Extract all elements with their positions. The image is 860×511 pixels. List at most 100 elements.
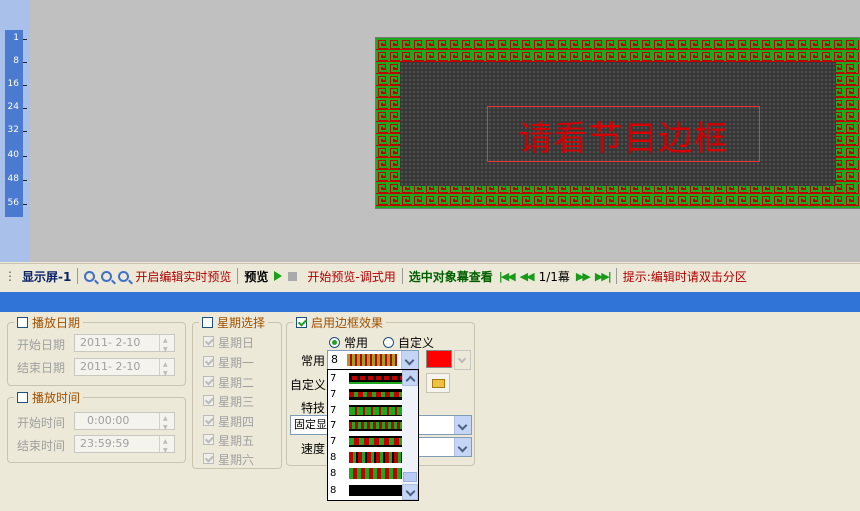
weekday-tuesday[interactable]: 星期二 (203, 374, 254, 391)
start-preview-button[interactable]: 开始预览-调式用 (307, 268, 395, 285)
ruler-tick: 24 (0, 102, 30, 112)
border-color-dropdown[interactable] (454, 350, 471, 370)
list-item[interactable]: 7 (330, 371, 404, 386)
common-border-combo[interactable]: 8 (327, 350, 419, 370)
end-time-label: 结束时间 (17, 439, 66, 453)
stop-icon (288, 271, 298, 281)
speed-dropdown[interactable] (454, 438, 471, 456)
scroll-down-button[interactable] (402, 484, 418, 500)
weekday-sunday[interactable]: 星期日 (203, 334, 254, 351)
play-time-checkbox[interactable] (17, 392, 28, 403)
border-pattern-list[interactable]: 7 7 7 7 7 8 8 8 (327, 369, 419, 501)
toolbar-separator (401, 268, 403, 284)
led-preview[interactable]: 请看节目边框 (375, 37, 860, 209)
page-indicator: 1/1幕 (538, 269, 570, 284)
prev-page-icon: ◀◀ (519, 269, 535, 283)
scroll-up-button[interactable] (402, 370, 418, 386)
list-item[interactable]: 7 (330, 434, 404, 449)
end-time-field[interactable]: 23:59:59 (74, 434, 175, 459)
list-item[interactable]: 8 (330, 466, 404, 481)
pattern-swatch (349, 436, 403, 447)
play-time-legend[interactable]: 播放时间 (14, 389, 84, 406)
vertical-ruler: 1 8 16 24 32 40 48 56 (0, 0, 30, 262)
end-time-spinner[interactable] (159, 434, 174, 459)
start-time-spinner[interactable] (159, 411, 174, 436)
end-date-spinner[interactable] (159, 357, 174, 382)
first-page-button[interactable]: |◀◀ (498, 269, 516, 283)
realtime-preview-button[interactable]: 开启编辑实时预览 (135, 268, 231, 285)
preview-label: 预览 (244, 269, 269, 284)
weekday-saturday[interactable]: 星期六 (203, 451, 254, 468)
stop-button[interactable] (288, 271, 298, 281)
start-time-field[interactable]: 0:00:00 (74, 411, 175, 436)
next-page-icon: ▶▶ (575, 269, 591, 283)
weekday-thursday[interactable]: 星期四 (203, 413, 254, 430)
first-page-icon: |◀◀ (498, 269, 516, 283)
ruler-tick: 32 (0, 125, 30, 135)
custom-label: 自定义 (290, 378, 327, 392)
play-time-group: 播放时间 开始时间 0:00:00 结束时间 23:59:59 (7, 389, 186, 463)
radio-custom[interactable]: 自定义 (383, 334, 434, 351)
list-item[interactable]: 7 (330, 403, 404, 418)
zoom-out-button[interactable] (101, 270, 113, 282)
list-item[interactable]: 8 (330, 450, 404, 465)
play-date-title: 播放日期 (32, 316, 81, 330)
pattern-swatch (349, 405, 403, 416)
border-pattern-preview (347, 354, 397, 366)
toolbar-grip: ⋮ (4, 269, 16, 283)
list-scrollbar[interactable] (402, 370, 418, 500)
play-icon (274, 271, 283, 281)
panel-header-bar (0, 292, 860, 312)
pattern-swatch (349, 452, 403, 463)
effect-dropdown[interactable] (454, 416, 471, 434)
ruler-tick: 40 (0, 150, 30, 160)
week-select-title: 星期选择 (217, 316, 266, 330)
speed-label: 速度 (301, 442, 326, 456)
week-select-legend[interactable]: 星期选择 (199, 314, 269, 331)
zoom-in-button[interactable] (84, 270, 96, 282)
list-item[interactable]: 8 (330, 483, 404, 498)
list-item[interactable]: 7 (330, 418, 404, 433)
select-view-label: 选中对象幕查看 (408, 269, 493, 284)
pattern-swatch (349, 389, 403, 400)
weekday-wednesday[interactable]: 星期三 (203, 393, 254, 410)
common-border-dropdown[interactable] (401, 351, 418, 369)
pattern-swatch (349, 468, 403, 479)
week-select-checkbox[interactable] (202, 317, 213, 328)
play-date-legend[interactable]: 播放日期 (14, 314, 84, 331)
start-time-label: 开始时间 (17, 416, 66, 430)
scroll-thumb[interactable] (403, 472, 417, 482)
common-label: 常用 (301, 354, 326, 368)
ruler-tick: 8 (0, 56, 30, 66)
led-text-region[interactable]: 请看节目边框 (487, 106, 760, 162)
ruler-tick: 48 (0, 174, 30, 184)
end-date-label: 结束日期 (17, 361, 66, 375)
play-date-group: 播放日期 开始日期 2011- 2-10 结束日期 2011- 2-10 (7, 314, 186, 386)
last-page-button[interactable]: ▶▶| (595, 270, 612, 283)
border-effect-legend[interactable]: 启用边框效果 (293, 314, 387, 331)
start-date-field[interactable]: 2011- 2-10 (74, 333, 175, 358)
radio-common-dot (329, 337, 340, 348)
zoom-in-icon (84, 270, 96, 282)
weekday-monday[interactable]: 星期一 (203, 354, 254, 371)
open-folder-button[interactable] (426, 373, 450, 393)
next-page-button[interactable]: ▶▶ (575, 269, 591, 283)
zoom-fit-icon (118, 270, 130, 282)
ruler-tick: 1 (0, 33, 30, 43)
zoom-fit-button[interactable] (118, 270, 130, 282)
ruler-tick: 56 (0, 198, 30, 208)
border-effect-checkbox[interactable] (296, 317, 307, 328)
play-date-checkbox[interactable] (17, 317, 28, 328)
radio-common[interactable]: 常用 (329, 334, 368, 351)
start-date-spinner[interactable] (159, 333, 174, 358)
led-title-text: 请看节目边框 (518, 119, 729, 159)
list-item[interactable]: 7 (330, 387, 404, 402)
start-date-label: 开始日期 (17, 338, 66, 352)
prev-page-button[interactable]: ◀◀ (519, 269, 535, 283)
pattern-swatch (349, 373, 403, 384)
border-effect-title: 启用边框效果 (311, 316, 384, 330)
end-date-field[interactable]: 2011- 2-10 (74, 357, 175, 382)
weekday-friday[interactable]: 星期五 (203, 432, 254, 449)
play-button[interactable] (274, 271, 283, 281)
border-color-swatch[interactable] (426, 350, 452, 368)
